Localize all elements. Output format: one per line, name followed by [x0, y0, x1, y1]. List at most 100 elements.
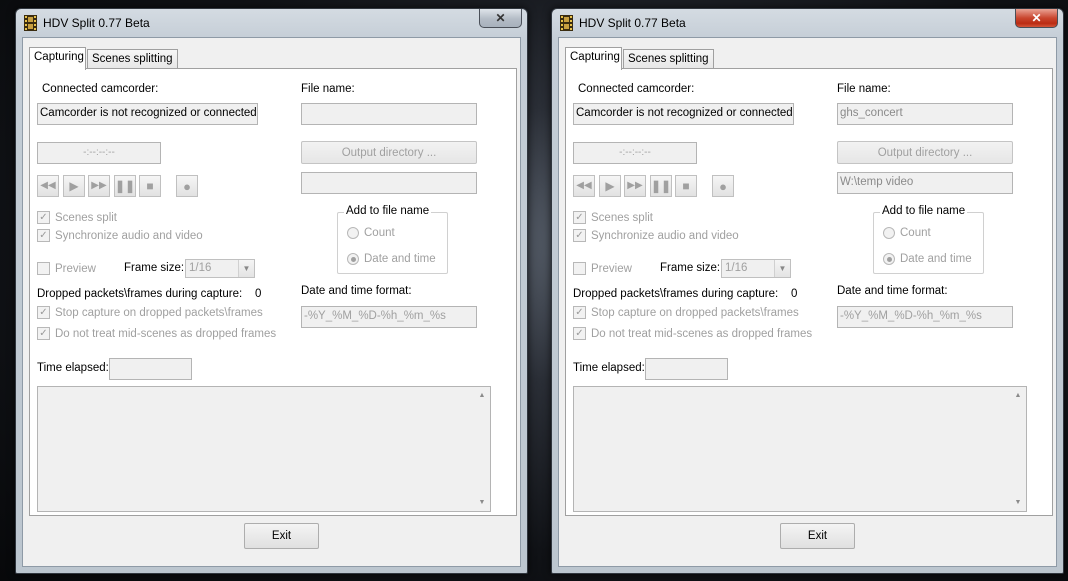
exit-button[interactable]: Exit	[780, 523, 855, 549]
radio-circle	[883, 253, 895, 265]
file-name-input[interactable]	[301, 103, 477, 125]
radio-circle	[883, 227, 895, 239]
chevron-down-icon: ▼	[774, 260, 790, 277]
checkbox-box: ✓	[573, 211, 586, 224]
date-time-format-label: Date and time format:	[301, 285, 412, 297]
checkbox-box	[37, 262, 50, 275]
stop-on-dropped-label: Stop capture on dropped packets\frames	[591, 306, 799, 319]
sync-audio-video-label: Synchronize audio and video	[55, 229, 203, 242]
frame-size-select[interactable]: 1/16 ▼	[185, 259, 255, 278]
output-directory-button[interactable]: Output directory ...	[301, 141, 477, 164]
sync-audio-video-label: Synchronize audio and video	[591, 229, 739, 242]
rewind-button[interactable]: ◀◀	[573, 175, 595, 197]
add-to-file-name-caption: Add to file name	[880, 205, 968, 217]
tab-capturing[interactable]: Capturing	[565, 47, 622, 70]
tab-scenes-splitting[interactable]: Scenes splitting	[87, 49, 178, 69]
play-button[interactable]: ▶	[63, 175, 85, 197]
close-icon: ✕	[1031, 11, 1042, 25]
client-area: Capturing Scenes splitting Connected cam…	[22, 37, 521, 567]
exit-button[interactable]: Exit	[244, 523, 319, 549]
log-textarea[interactable]: ▲ ▼	[573, 386, 1027, 512]
title-bar[interactable]: HDV Split 0.77 Beta ✕	[16, 9, 527, 37]
no-midscenes-checkbox[interactable]: ✓ Do not treat mid-scenes as dropped fra…	[573, 327, 812, 340]
tab-scenes-splitting[interactable]: Scenes splitting	[623, 49, 714, 69]
stop-on-dropped-checkbox[interactable]: ✓ Stop capture on dropped packets\frames	[573, 306, 799, 319]
record-button[interactable]: ●	[176, 175, 198, 197]
dropped-frames-label: Dropped packets\frames during capture:	[573, 288, 779, 300]
date-time-format-input[interactable]: -%Y_%M_%D-%h_%m_%s	[837, 306, 1013, 328]
count-radio-label: Count	[900, 227, 931, 239]
tab-capturing[interactable]: Capturing	[29, 47, 86, 70]
sync-audio-video-checkbox[interactable]: ✓ Synchronize audio and video	[37, 229, 203, 242]
scroll-up-icon[interactable]: ▲	[479, 392, 486, 399]
camcorder-status-field: Camcorder is not recognized or connected	[37, 103, 258, 125]
radio-circle	[347, 253, 359, 265]
scroll-down-icon[interactable]: ▼	[1015, 499, 1022, 506]
radio-circle	[347, 227, 359, 239]
stop-button[interactable]: ■	[675, 175, 697, 197]
fast-forward-button[interactable]: ▶▶	[624, 175, 646, 197]
fast-forward-button[interactable]: ▶▶	[88, 175, 110, 197]
scroll-up-icon[interactable]: ▲	[1015, 392, 1022, 399]
scenes-split-label: Scenes split	[55, 211, 118, 224]
play-button[interactable]: ▶	[599, 175, 621, 197]
no-midscenes-label: Do not treat mid-scenes as dropped frame…	[591, 327, 813, 340]
frame-size-label: Frame size:	[124, 262, 185, 274]
log-scrollbar[interactable]: ▲ ▼	[474, 387, 490, 511]
pause-button[interactable]: ❚❚	[650, 175, 672, 197]
stop-icon: ■	[682, 179, 690, 193]
camcorder-status-field: Camcorder is not recognized or connected	[573, 103, 794, 125]
log-scrollbar[interactable]: ▲ ▼	[1010, 387, 1026, 511]
title-bar[interactable]: HDV Split 0.77 Beta ✕	[552, 9, 1063, 37]
capturing-panel: Connected camcorder: Camcorder is not re…	[565, 68, 1053, 516]
stop-on-dropped-checkbox[interactable]: ✓ Stop capture on dropped packets\frames	[37, 306, 263, 319]
client-area: Capturing Scenes splitting Connected cam…	[558, 37, 1057, 567]
frame-size-select[interactable]: 1/16 ▼	[721, 259, 791, 278]
preview-checkbox[interactable]: Preview	[573, 262, 632, 275]
frame-size-value: 1/16	[725, 262, 748, 274]
date-time-radio[interactable]: Date and time	[347, 253, 436, 265]
close-button[interactable]: ✕	[1015, 9, 1058, 28]
preview-checkbox[interactable]: Preview	[37, 262, 96, 275]
scroll-down-icon[interactable]: ▼	[479, 499, 486, 506]
scenes-split-checkbox[interactable]: ✓ Scenes split	[37, 211, 117, 224]
record-button[interactable]: ●	[712, 175, 734, 197]
app-window: HDV Split 0.77 Beta ✕ Capturing Scenes s…	[551, 8, 1064, 574]
timecode-display: -:--:--:--	[37, 142, 161, 164]
scenes-split-checkbox[interactable]: ✓ Scenes split	[573, 211, 653, 224]
play-icon: ▶	[605, 179, 615, 193]
sync-audio-video-checkbox[interactable]: ✓ Synchronize audio and video	[573, 229, 739, 242]
capturing-panel: Connected camcorder: Camcorder is not re…	[29, 68, 517, 516]
file-name-input[interactable]: ghs_concert	[837, 103, 1013, 125]
date-time-radio[interactable]: Date and time	[883, 253, 972, 265]
close-icon: ✕	[495, 11, 506, 25]
close-button[interactable]: ✕	[479, 9, 522, 28]
chevron-down-icon: ▼	[238, 260, 254, 277]
record-icon: ●	[719, 178, 727, 194]
stop-button[interactable]: ■	[139, 175, 161, 197]
fast-forward-icon: ▶▶	[627, 180, 643, 191]
count-radio[interactable]: Count	[883, 227, 931, 239]
no-midscenes-checkbox[interactable]: ✓ Do not treat mid-scenes as dropped fra…	[37, 327, 276, 340]
date-time-radio-label: Date and time	[900, 253, 972, 265]
app-window: HDV Split 0.77 Beta ✕ Capturing Scenes s…	[15, 8, 528, 574]
frame-size-value: 1/16	[189, 262, 212, 274]
output-directory-button[interactable]: Output directory ...	[837, 141, 1013, 164]
connected-camcorder-label: Connected camcorder:	[42, 83, 159, 95]
checkbox-box: ✓	[573, 229, 586, 242]
file-name-label: File name:	[837, 83, 891, 95]
log-textarea[interactable]: ▲ ▼	[37, 386, 491, 512]
checkbox-box: ✓	[37, 327, 50, 340]
preview-label: Preview	[591, 262, 632, 275]
record-icon: ●	[183, 178, 191, 194]
checkbox-box: ✓	[37, 229, 50, 242]
pause-button[interactable]: ❚❚	[114, 175, 136, 197]
stop-icon: ■	[146, 179, 154, 193]
date-time-format-input[interactable]: -%Y_%M_%D-%h_%m_%s	[301, 306, 477, 328]
no-midscenes-label: Do not treat mid-scenes as dropped frame…	[55, 327, 277, 340]
checkbox-box: ✓	[573, 306, 586, 319]
window-title: HDV Split 0.77 Beta	[579, 16, 686, 30]
count-radio[interactable]: Count	[347, 227, 395, 239]
output-directory-field: W:\temp video	[837, 172, 1013, 194]
rewind-button[interactable]: ◀◀	[37, 175, 59, 197]
